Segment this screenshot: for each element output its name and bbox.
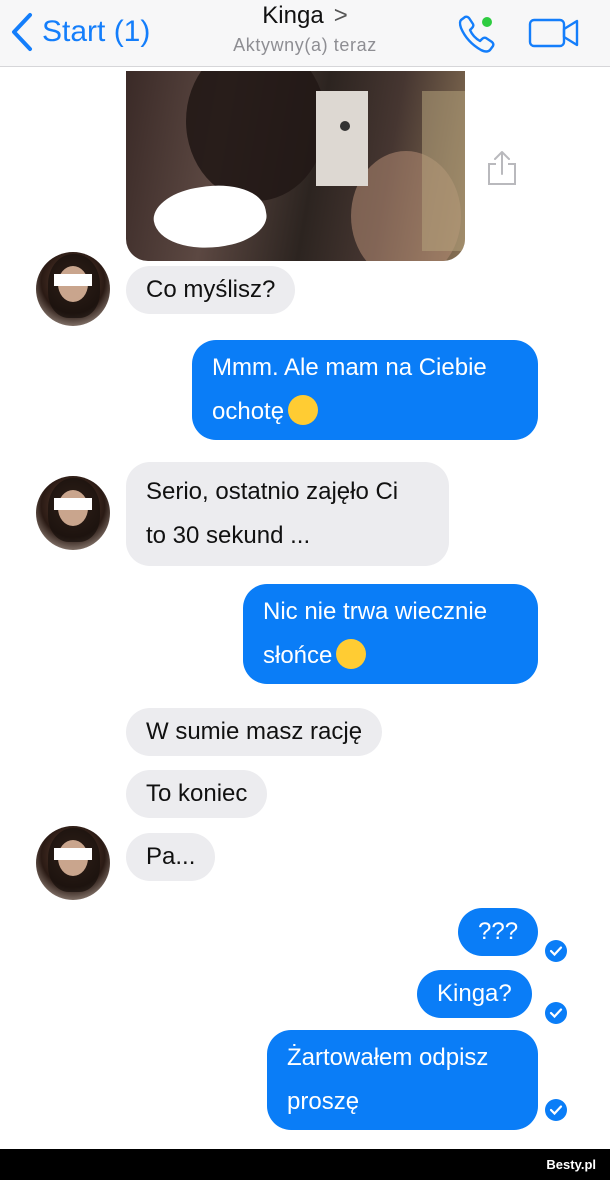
video-call-button[interactable] [528,16,580,50]
incoming-message[interactable]: Serio, ostatnio zajęło Ci to 30 sekund .… [126,462,449,566]
avatar[interactable] [36,476,110,550]
video-camera-icon [528,18,579,48]
incoming-message[interactable]: W sumie masz rację [126,708,383,756]
outgoing-message[interactable]: Kinga? [417,970,532,1018]
voice-call-button[interactable] [455,12,501,56]
watermark: Besty.pl [546,1157,596,1172]
share-icon [488,151,516,185]
outgoing-message[interactable]: Mmm. Ale mam na Ciebie ochotę [192,340,538,440]
outgoing-message[interactable]: Żartowałem odpisz proszę [267,1030,538,1130]
incoming-message[interactable]: To koniec [126,770,268,818]
contact-name: Kinga [262,2,324,29]
avatar[interactable] [36,826,110,900]
chevron-right-icon: > [333,2,348,29]
read-receipt-icon [545,1002,567,1024]
contact-name-button[interactable]: Kinga > [262,2,347,30]
outgoing-message[interactable]: Nic nie trwa wiecznie słońce [243,584,538,684]
active-status: Aktywny(a) teraz [233,35,377,55]
incoming-message[interactable]: Co myślisz? [126,266,296,314]
slight-smile-emoji-icon [288,394,319,425]
incoming-message[interactable]: Pa... [126,833,216,881]
online-indicator [482,17,492,27]
share-button[interactable] [484,148,520,188]
footer-bar: Besty.pl [0,1149,610,1180]
shared-photo[interactable] [126,71,465,261]
conversation-title: Kinga > Aktywny(a) teraz [0,2,610,56]
outgoing-message[interactable]: ??? [458,908,539,956]
read-receipt-icon [545,940,567,962]
kissing-face-emoji-icon [336,638,367,669]
avatar[interactable] [36,252,110,326]
read-receipt-icon [545,1099,567,1121]
chat-header: Start (1) Kinga > Aktywny(a) teraz [0,0,610,67]
phone-icon [458,15,495,53]
